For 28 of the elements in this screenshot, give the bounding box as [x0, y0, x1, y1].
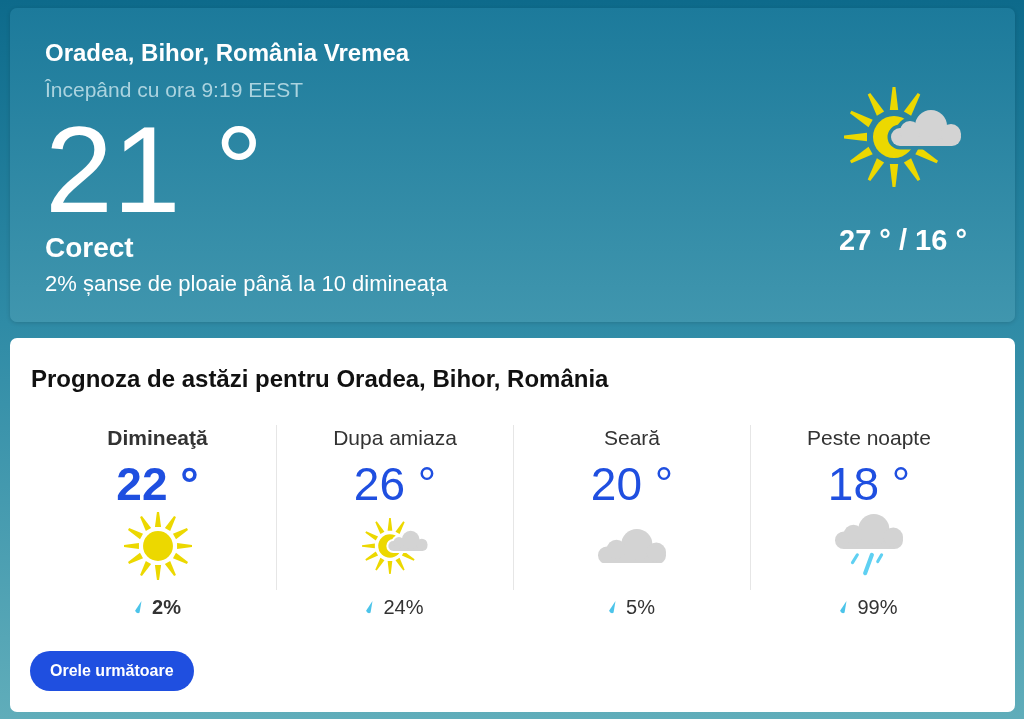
next-hours-button[interactable]: Orele următoare [30, 651, 194, 691]
sun-and-cloud-icon [844, 87, 962, 187]
rain-chance: 99% [857, 595, 898, 619]
forecast-title: Prognoza de astăzi pentru Oradea, Bihor, România [31, 365, 609, 393]
period-label[interactable]: Seară [603, 425, 660, 451]
period-label[interactable]: Dimineaţă [107, 425, 208, 451]
current-temperature: 21 ° [45, 109, 264, 231]
rain-chance: 24% [383, 595, 424, 619]
high-low-temperature: 27 ° / 16 ° [839, 224, 967, 256]
raindrop-icon [365, 600, 374, 614]
period-temperature: 20 ° [590, 461, 674, 507]
period-label[interactable]: Peste noapte [807, 425, 931, 451]
raindrop-icon [839, 600, 848, 614]
location-title: Oradea, Bihor, România Vremea [45, 38, 410, 68]
updated-time: Începând cu ora 9:19 EEST [45, 77, 303, 103]
cloud-icon [598, 528, 666, 564]
period-temperature: 26 ° [353, 461, 437, 507]
rain-chance-note: 2% șanse de ploaie până la 10 dimineața [45, 272, 448, 296]
sun-icon [123, 512, 192, 580]
raindrop-icon [608, 600, 617, 614]
condition-text: Corect [45, 233, 134, 263]
raindrop-icon [134, 600, 143, 614]
period-label[interactable]: Dupa amiaza [333, 425, 457, 451]
rain-chance: 2% [152, 595, 181, 619]
period-temperature: 22 ° [116, 461, 199, 507]
rain-chance: 5% [626, 595, 655, 619]
period-temperature: 18 ° [827, 461, 911, 507]
sun-and-cloud-icon [362, 518, 428, 574]
